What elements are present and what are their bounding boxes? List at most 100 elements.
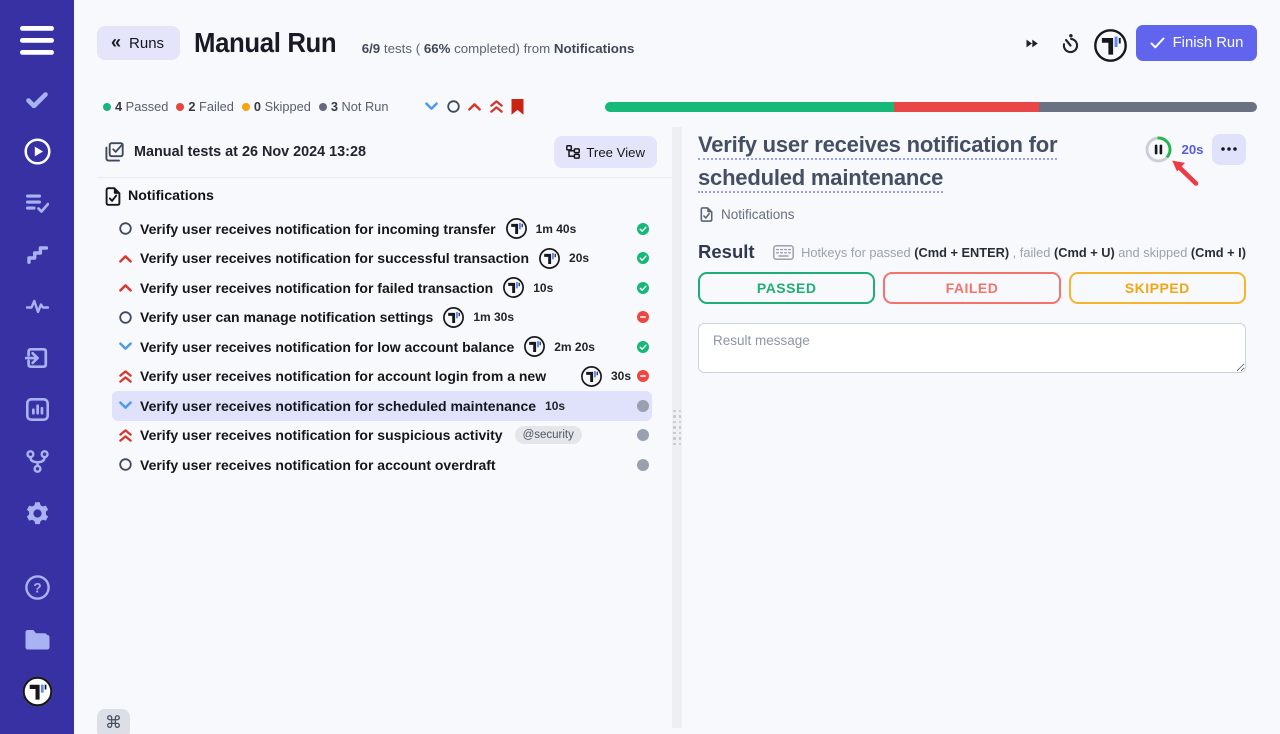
priority-high-icon[interactable]	[468, 102, 481, 111]
count-failed: 2 Failed	[176, 99, 234, 114]
splitter-grip-icon	[673, 410, 681, 446]
test-row[interactable]: Verify user receives notification for sc…	[112, 391, 652, 421]
settings-icon	[25, 501, 50, 526]
test-status-failed-icon	[637, 311, 649, 323]
panel-splitter[interactable]	[672, 127, 682, 728]
breadcrumb[interactable]: Notifications	[698, 204, 1246, 224]
priority-normal-icon	[118, 458, 132, 471]
test-row[interactable]: Verify user receives notification for fa…	[112, 273, 652, 303]
sidebar-item-branches[interactable]	[0, 436, 74, 488]
result-message-input[interactable]	[698, 323, 1246, 373]
test-title: Verify user receives notification for ac…	[140, 457, 496, 473]
test-row[interactable]: Verify user receives notification for su…	[112, 244, 652, 274]
sidebar-item-help[interactable]: ?	[0, 562, 74, 614]
test-title: Verify user receives notification for fa…	[140, 280, 493, 296]
test-duration: 30s	[611, 369, 631, 383]
sidebar-item-analytics[interactable]	[0, 384, 74, 436]
sidebar-item-settings[interactable]	[0, 487, 74, 539]
sidebar-item-test-plans[interactable]	[0, 177, 74, 229]
test-duration: 1m 30s	[473, 310, 514, 324]
sidebar-item-import[interactable]	[0, 332, 74, 384]
priority-high-icon	[118, 283, 132, 292]
testomat-badge-icon	[539, 248, 560, 269]
priority-normal-icon	[118, 311, 132, 324]
sidebar-item-tests[interactable]	[0, 74, 74, 126]
suite-name: Notifications	[128, 188, 214, 204]
command-shortcut-badge[interactable]: ⌘	[97, 709, 130, 734]
progress-segment-failed	[894, 102, 1039, 113]
svg-text:?: ?	[33, 581, 41, 596]
test-row[interactable]: Verify user receives notification for su…	[112, 421, 652, 451]
test-tag: @security	[515, 426, 582, 444]
test-row[interactable]: Verify user receives notification for lo…	[112, 332, 652, 362]
test-detail-panel: Verify user receives notification for sc…	[682, 127, 1280, 734]
pause-timer-button[interactable]	[1145, 136, 1172, 163]
suite-header[interactable]: Notifications	[97, 185, 672, 207]
sidebar-item-projects[interactable]	[0, 614, 74, 666]
status-dot	[319, 103, 327, 111]
test-status-not_run-icon	[637, 400, 649, 412]
sidebar-item-runs[interactable]	[0, 126, 74, 178]
tree-icon	[566, 145, 580, 159]
test-row[interactable]: Verify user receives notification for in…	[112, 214, 652, 244]
timer-button[interactable]	[1058, 26, 1082, 60]
back-to-runs-label: Runs	[129, 35, 164, 52]
test-detail-title[interactable]: Verify user receives notification for sc…	[698, 128, 1098, 194]
priority-low-icon	[118, 342, 132, 351]
test-title: Verify user receives notification for lo…	[140, 339, 514, 355]
hotkeys-hint-part: Hotkeys for passed	[801, 245, 914, 260]
test-title: Verify user receives notification for ac…	[140, 368, 571, 384]
menu-icon	[20, 26, 54, 55]
steps-icon	[27, 245, 48, 264]
run-progress-summary: 6/9 tests ( 66% completed) from Notifica…	[362, 41, 635, 56]
more-actions-button[interactable]	[1212, 134, 1247, 166]
fast-forward-button[interactable]	[1020, 26, 1044, 60]
testomat-logo[interactable]	[1094, 29, 1127, 63]
priority-low-icon[interactable]	[425, 102, 438, 111]
branches-icon	[26, 450, 49, 473]
testomat-badge-icon	[443, 307, 464, 328]
status-dot	[176, 103, 184, 111]
verdict-skipped-button[interactable]: SKIPPED	[1069, 272, 1246, 304]
test-status-passed-icon	[637, 341, 649, 353]
test-status-not_run-icon	[637, 459, 649, 471]
priority-highest-icon[interactable]	[490, 100, 503, 113]
test-row[interactable]: Verify user can manage notification sett…	[112, 303, 652, 333]
priority-normal-icon	[118, 222, 132, 235]
test-duration: 2m 20s	[554, 340, 595, 354]
sidebar-item-menu[interactable]	[0, 14, 74, 66]
file-check-icon	[700, 207, 713, 222]
run-progress-bar	[605, 102, 1257, 113]
verdict-passed-button[interactable]: PASSED	[698, 272, 875, 304]
hotkeys-hint-part: (Cmd + ENTER)	[914, 245, 1009, 260]
tree-view-button[interactable]: Tree View	[554, 136, 657, 168]
annotation-arrow-icon	[1168, 155, 1202, 194]
hotkeys-hint-part: (Cmd + I)	[1191, 245, 1246, 260]
testomat-badge-icon	[581, 366, 602, 387]
priority-blocker-icon[interactable]	[511, 99, 524, 115]
progress-segment-not_run	[1039, 102, 1257, 113]
testomat-badge-icon	[506, 218, 527, 239]
logo-icon	[22, 676, 53, 707]
runs-icon	[24, 138, 51, 165]
sidebar-logo[interactable]	[0, 665, 74, 717]
testomat-badge-icon	[524, 336, 545, 357]
priority-high-icon	[118, 254, 132, 263]
verdict-failed-button[interactable]: FAILED	[883, 272, 1060, 304]
back-to-runs-button[interactable]: « Runs	[97, 26, 180, 60]
priority-normal-icon[interactable]	[447, 100, 460, 113]
testomat-badge-icon	[503, 277, 524, 298]
hotkeys-hint-part: and skipped	[1115, 245, 1191, 260]
test-duration: 20s	[569, 251, 589, 265]
test-status-passed-icon	[637, 223, 649, 235]
finish-run-button[interactable]: Finish Run	[1136, 25, 1257, 61]
test-status-passed-icon	[637, 252, 649, 264]
test-status-not_run-icon	[637, 429, 649, 441]
sidebar-item-pulse[interactable]	[0, 281, 74, 333]
test-row[interactable]: Verify user receives notification for ac…	[112, 362, 652, 392]
breadcrumb-label: Notifications	[721, 207, 795, 222]
test-row[interactable]: Verify user receives notification for ac…	[112, 450, 652, 480]
run-name: Manual tests at 26 Nov 2024 13:28	[134, 144, 366, 160]
progress-segment-passed	[605, 102, 894, 113]
sidebar-item-steps[interactable]	[0, 229, 74, 281]
